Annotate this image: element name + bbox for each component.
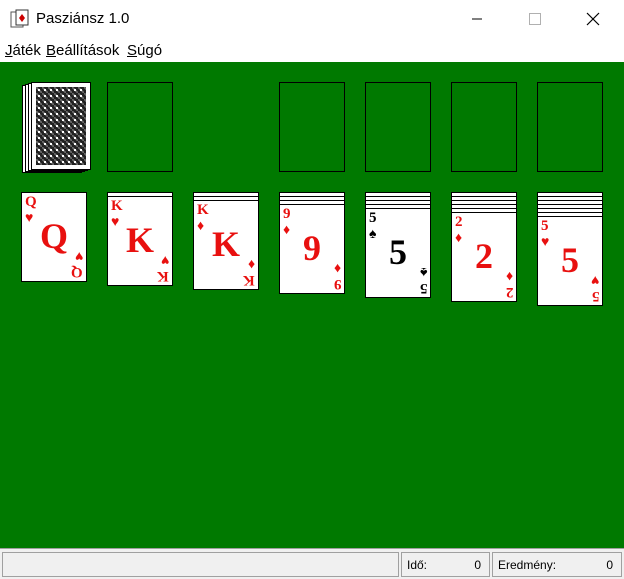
menu-settings-mnemonic: B	[46, 42, 57, 59]
time-label: Idő:	[407, 558, 428, 572]
score-value: 0	[606, 558, 613, 572]
menu-settings-label: eállítások	[56, 42, 120, 59]
menu-bar: Játék Beállítások Súgó	[0, 38, 624, 62]
card-rank-corner: 5	[591, 288, 600, 304]
card-rank-corner: 5	[419, 280, 428, 296]
card-suit-icon: ♦	[505, 269, 513, 285]
foundation-pile[interactable]	[451, 82, 517, 172]
card-rank-corner: 2	[505, 284, 514, 300]
card-rank-corner: 9	[333, 276, 342, 292]
stock-top-card	[31, 82, 91, 170]
face-up-card[interactable]: 5 ♠ 5 ♠ 5	[365, 208, 431, 298]
face-up-card[interactable]: 2 ♦ 2 ♦ 2	[451, 212, 517, 302]
close-icon	[586, 12, 600, 26]
card-rank-corner: Q	[71, 264, 83, 280]
card-rank-corner: 9	[283, 206, 291, 222]
face-up-card[interactable]: K ♥ K ♥ K	[107, 196, 173, 286]
card-suit-icon: ♥	[590, 273, 599, 289]
card-suit-icon: ♦	[333, 261, 341, 277]
game-table: Q ♥ Q ♥ Q K ♥ K ♥ K K ♦ K ♦ K 9 ♦ 9 ♦ 9 5 ♠ 5 ♠ 5 2 ♦ 2 ♦ 2 5 ♥ 5 ♥ 5	[0, 62, 624, 548]
foundation-pile[interactable]	[279, 82, 345, 172]
card-rank-corner: K	[243, 272, 255, 288]
title-bar: Pasziánsz 1.0	[0, 0, 624, 38]
score-panel: Eredmény: 0	[492, 552, 622, 577]
card-suit-icon: ♦	[247, 257, 255, 273]
card-rank-corner: 2	[455, 214, 463, 230]
card-rank-corner: Q	[25, 194, 37, 210]
foundation-pile[interactable]	[365, 82, 431, 172]
card-rank-corner: K	[157, 268, 169, 284]
maximize-icon	[529, 13, 541, 25]
maximize-button[interactable]	[506, 0, 564, 38]
face-up-card[interactable]: 9 ♦ 9 ♦ 9	[279, 204, 345, 294]
card-suit-icon: ♥	[160, 253, 169, 269]
menu-help-label: úgó	[137, 42, 163, 59]
face-up-card[interactable]: 5 ♥ 5 ♥ 5	[537, 216, 603, 306]
face-up-card[interactable]: K ♦ K ♦ K	[193, 200, 259, 290]
menu-game-mnemonic: J	[5, 42, 13, 59]
status-message-panel	[2, 552, 399, 577]
app-icon	[10, 9, 29, 28]
card-rank-corner: 5	[541, 218, 549, 234]
minimize-icon	[472, 18, 482, 20]
stock-pile[interactable]	[22, 82, 94, 176]
close-button[interactable]	[564, 0, 622, 38]
window-title: Pasziánsz 1.0	[36, 10, 130, 27]
score-label: Eredmény:	[498, 558, 557, 572]
time-panel: Idő: 0	[401, 552, 490, 577]
menu-help-mnemonic: S	[127, 42, 138, 59]
foundation-pile[interactable]	[537, 82, 603, 172]
menu-settings[interactable]: Beállítások	[46, 42, 119, 59]
time-value: 0	[474, 558, 481, 572]
card-suit-icon: ♥	[74, 249, 83, 265]
waste-pile[interactable]	[107, 82, 173, 172]
card-rank-corner: 5	[369, 210, 377, 226]
menu-help[interactable]: Súgó	[127, 42, 162, 59]
card-back-pattern	[36, 87, 86, 165]
menu-game-label: áték	[12, 42, 41, 59]
card-rank-corner: K	[111, 198, 123, 214]
minimize-button[interactable]	[448, 0, 506, 38]
face-up-card[interactable]: Q ♥ Q ♥ Q	[21, 192, 87, 282]
card-suit-icon: ♠	[419, 265, 427, 281]
menu-game[interactable]: Játék	[5, 42, 41, 59]
status-bar: Idő: 0 Eredmény: 0	[0, 548, 624, 579]
card-rank-corner: K	[197, 202, 209, 218]
